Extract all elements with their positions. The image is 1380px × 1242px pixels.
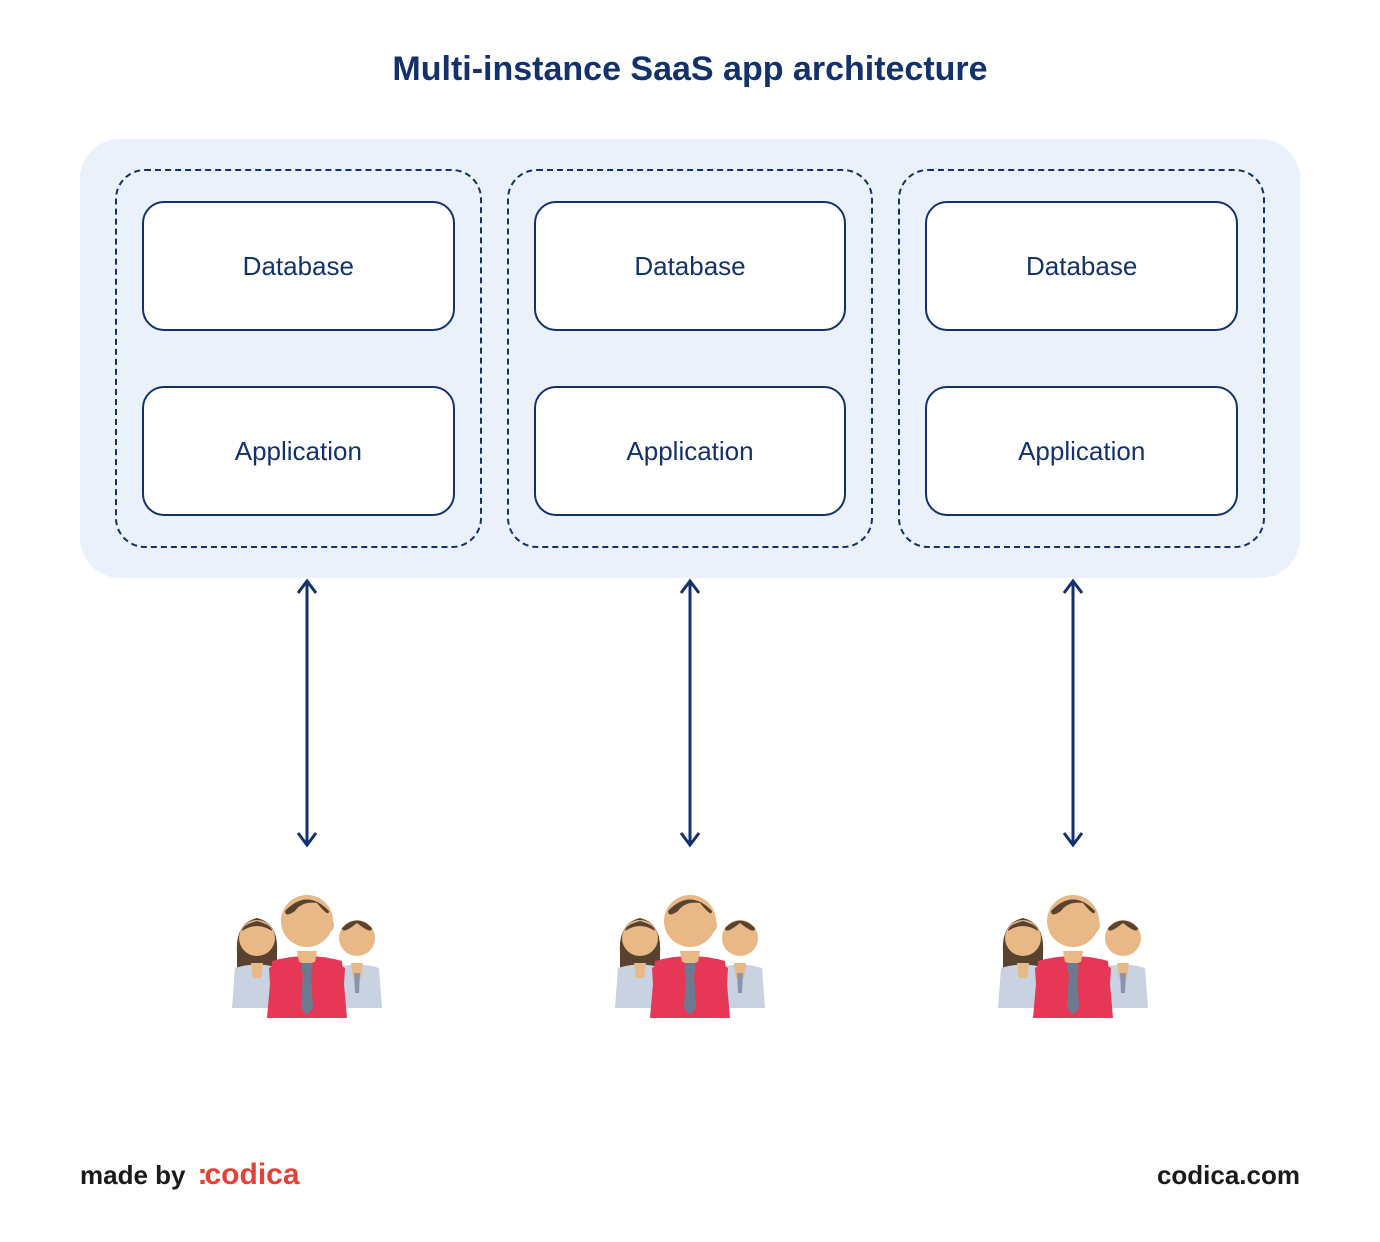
users-group-icon xyxy=(973,863,1173,1023)
instance-3: Database Application xyxy=(898,169,1265,548)
application-box: Application xyxy=(142,386,455,516)
bidirectional-arrow-icon xyxy=(1058,573,1088,853)
bidirectional-arrow-icon xyxy=(292,573,322,853)
users-group-icon xyxy=(590,863,790,1023)
diagram-title: Multi-instance SaaS app architecture xyxy=(80,50,1300,89)
application-box: Application xyxy=(925,386,1238,516)
made-by-text: made by xyxy=(80,1160,186,1191)
site-url: codica.com xyxy=(1157,1160,1300,1191)
instance-1: Database Application xyxy=(115,169,482,548)
users-group-icon xyxy=(207,863,407,1023)
made-by-label: made by :codica xyxy=(80,1158,300,1192)
bidirectional-arrow-icon xyxy=(675,573,705,853)
footer: made by :codica codica.com xyxy=(80,1158,1300,1192)
database-box: Database xyxy=(534,201,847,331)
application-box: Application xyxy=(534,386,847,516)
arrows-row xyxy=(80,573,1300,853)
users-row xyxy=(80,863,1300,1023)
database-box: Database xyxy=(925,201,1238,331)
database-box: Database xyxy=(142,201,455,331)
instance-2: Database Application xyxy=(507,169,874,548)
codica-logo: :codica xyxy=(198,1158,300,1192)
instances-container: Database Application Database Applicatio… xyxy=(80,139,1300,578)
